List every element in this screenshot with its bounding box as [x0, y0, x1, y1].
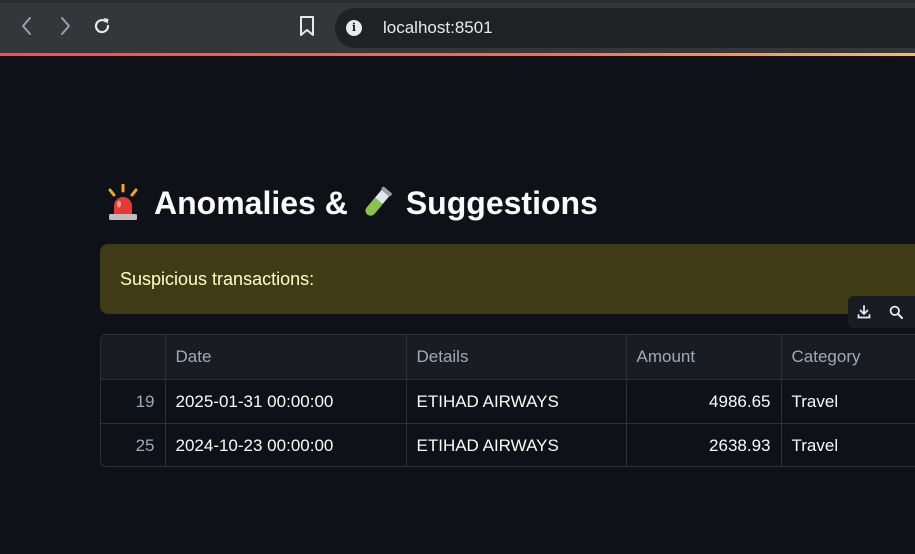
download-icon[interactable] — [854, 302, 874, 322]
transactions-table[interactable]: Date Details Amount Category 19 2025-01-… — [100, 334, 915, 467]
table-row[interactable]: 25 2024-10-23 00:00:00 ETIHAD AIRWAYS 26… — [101, 423, 915, 466]
row-index[interactable]: 25 — [101, 423, 166, 466]
info-icon[interactable]: i — [346, 20, 362, 36]
column-header-details[interactable]: Details — [406, 335, 627, 380]
rotating-light-icon — [106, 183, 140, 222]
cell-date[interactable]: 2025-01-31 00:00:00 — [165, 379, 407, 424]
title-text-anomalies: Anomalies & — [154, 185, 348, 221]
address-bar[interactable]: i localhost:8501 — [335, 8, 915, 48]
test-tube-icon — [360, 184, 394, 222]
page-title: Anomalies & Suggestions — [106, 180, 598, 226]
row-index[interactable]: 19 — [101, 379, 166, 424]
alert-text: Suspicious transactions: — [120, 269, 315, 289]
back-arrow-icon[interactable] — [14, 13, 40, 39]
warning-alert: Suspicious transactions: — [100, 244, 915, 314]
url-text[interactable]: localhost:8501 — [383, 18, 493, 38]
browser-toolbar: i localhost:8501 — [0, 0, 915, 53]
table-row[interactable]: 19 2025-01-31 00:00:00 ETIHAD AIRWAYS 49… — [101, 379, 915, 424]
title-text-suggestions: Suggestions — [405, 185, 598, 221]
header-decoration — [0, 53, 915, 56]
table-header-row: Date Details Amount Category — [101, 335, 915, 380]
search-icon[interactable] — [886, 302, 906, 322]
cell-category[interactable]: Travel — [781, 423, 915, 466]
cell-date[interactable]: 2024-10-23 00:00:00 — [165, 423, 407, 466]
bookmark-icon[interactable] — [294, 13, 320, 39]
cell-details[interactable]: ETIHAD AIRWAYS — [406, 423, 627, 466]
column-header-index[interactable] — [101, 335, 166, 380]
table-toolbar — [848, 296, 915, 328]
column-header-date[interactable]: Date — [165, 335, 407, 380]
column-header-amount[interactable]: Amount — [626, 335, 782, 380]
cell-category[interactable]: Travel — [781, 379, 915, 424]
reload-icon[interactable] — [89, 13, 115, 39]
cell-details[interactable]: ETIHAD AIRWAYS — [406, 379, 627, 424]
column-header-category[interactable]: Category — [781, 335, 915, 380]
cell-amount[interactable]: 4986.65 — [626, 379, 782, 424]
forward-arrow-icon[interactable] — [52, 13, 78, 39]
cell-amount[interactable]: 2638.93 — [626, 423, 782, 466]
